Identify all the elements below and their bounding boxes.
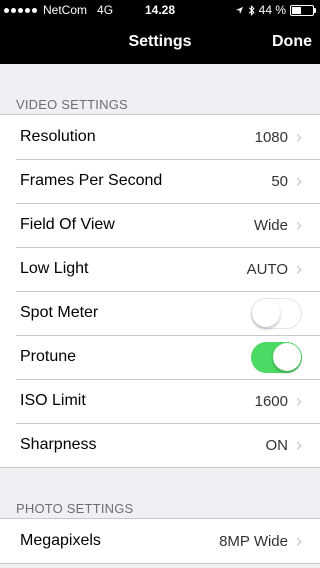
row-value: AUTO: [246, 260, 288, 278]
settings-list: VIDEO SETTINGS Resolution 1080 › Frames …: [0, 64, 320, 564]
row-label: Frames Per Second: [20, 172, 163, 189]
battery-icon: [290, 4, 316, 16]
chevron-right-icon: ›: [296, 127, 302, 147]
chevron-right-icon: ›: [296, 259, 302, 279]
toggle-knob: [252, 298, 280, 327]
battery-percent: 44 %: [258, 3, 286, 17]
frames-per-second-row[interactable]: Frames Per Second 50 ›: [0, 159, 320, 203]
row-label: Low Light: [20, 260, 89, 277]
video-settings-header: VIDEO SETTINGS: [16, 97, 128, 112]
row-value: Wide: [253, 216, 288, 234]
navigation-bar: Settings Done: [0, 20, 320, 64]
row-label: Resolution: [20, 128, 96, 145]
row-value: 1080: [254, 128, 288, 146]
photo-settings-header: PHOTO SETTINGS: [16, 501, 134, 516]
done-button[interactable]: Done: [272, 33, 312, 51]
spot-meter-toggle[interactable]: [251, 297, 302, 329]
chevron-right-icon: ›: [296, 215, 302, 235]
row-value: ON: [265, 436, 289, 454]
row-value: 1600: [254, 392, 288, 410]
bluetooth-icon: [248, 4, 255, 16]
row-label: Sharpness: [20, 436, 97, 453]
resolution-row[interactable]: Resolution 1080 ›: [0, 115, 320, 159]
protune-row: Protune: [0, 335, 320, 379]
row-label: ISO Limit: [20, 392, 86, 409]
photo-settings-group: Megapixels 8MP Wide ›: [0, 518, 320, 564]
video-settings-group: Resolution 1080 › Frames Per Second 50 ›…: [0, 114, 320, 468]
status-bar: NetCom 4G 14.28 44 %: [0, 0, 320, 20]
field-of-view-row[interactable]: Field Of View Wide ›: [0, 203, 320, 247]
row-label: Megapixels: [20, 532, 101, 549]
spot-meter-row: Spot Meter: [0, 291, 320, 335]
chevron-right-icon: ›: [296, 435, 302, 455]
row-label: Field Of View: [20, 216, 115, 233]
row-value: 50: [271, 172, 288, 190]
row-label: Protune: [20, 348, 77, 365]
chevron-right-icon: ›: [296, 391, 302, 411]
row-value: 8MP Wide: [219, 532, 288, 550]
toggle-knob: [273, 342, 301, 371]
chevron-right-icon: ›: [296, 531, 302, 551]
sharpness-row[interactable]: Sharpness ON ›: [0, 423, 320, 467]
protune-toggle[interactable]: [251, 341, 302, 373]
row-label: Spot Meter: [20, 304, 99, 321]
chevron-right-icon: ›: [296, 171, 302, 191]
iso-limit-row[interactable]: ISO Limit 1600 ›: [0, 379, 320, 423]
location-arrow-icon: [235, 6, 243, 14]
megapixels-row[interactable]: Megapixels 8MP Wide ›: [0, 519, 320, 563]
low-light-row[interactable]: Low Light AUTO ›: [0, 247, 320, 291]
